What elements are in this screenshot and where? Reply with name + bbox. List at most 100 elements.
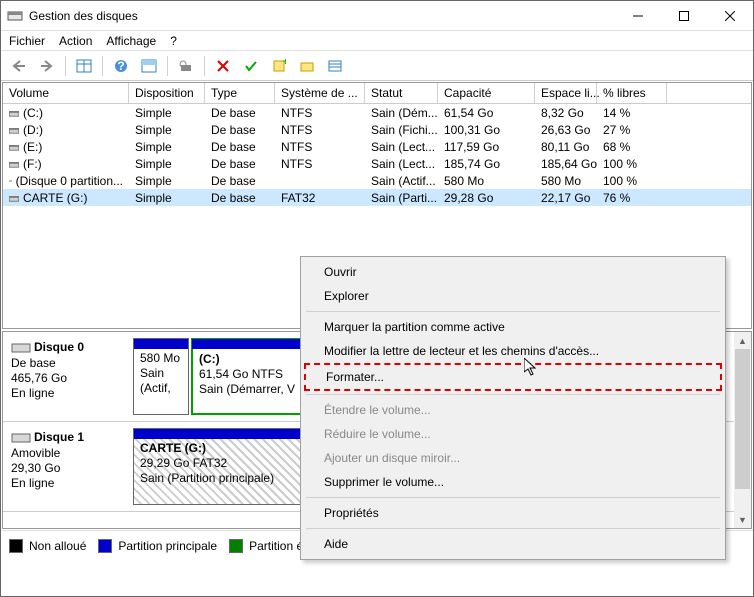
col-filesystem[interactable]: Système de ... bbox=[275, 83, 365, 103]
context-menu-item[interactable]: Supprimer le volume... bbox=[304, 470, 722, 494]
cell-volume: (D:) bbox=[3, 123, 129, 137]
cell-type: De base bbox=[205, 174, 275, 188]
cell-filesystem: NTFS bbox=[275, 157, 365, 171]
close-button[interactable] bbox=[707, 1, 753, 31]
context-menu-item: Réduire le volume... bbox=[304, 422, 722, 446]
cell-type: De base bbox=[205, 140, 275, 154]
maximize-button[interactable] bbox=[661, 1, 707, 31]
layout-icon[interactable] bbox=[137, 54, 161, 78]
col-spacer bbox=[667, 83, 751, 103]
col-status[interactable]: Statut bbox=[365, 83, 438, 103]
scroll-thumb[interactable] bbox=[735, 349, 750, 489]
cell-filesystem: NTFS bbox=[275, 106, 365, 120]
new-icon[interactable]: + bbox=[267, 54, 291, 78]
cell-disposition: Simple bbox=[129, 123, 205, 137]
cell-capacity: 100,31 Go bbox=[438, 123, 535, 137]
cell-pct: 100 % bbox=[597, 157, 667, 171]
cell-status: Sain (Dém... bbox=[365, 106, 438, 120]
cell-volume: (Disque 0 partition... bbox=[3, 174, 129, 188]
col-capacity[interactable]: Capacité bbox=[438, 83, 535, 103]
col-disposition[interactable]: Disposition bbox=[129, 83, 205, 103]
list-icon[interactable] bbox=[323, 54, 347, 78]
back-button[interactable] bbox=[7, 54, 31, 78]
table-row[interactable]: (D:)SimpleDe baseNTFSSain (Fichi...100,3… bbox=[3, 121, 751, 138]
cell-type: De base bbox=[205, 157, 275, 171]
cell-filesystem: NTFS bbox=[275, 140, 365, 154]
cell-status: Sain (Parti... bbox=[365, 191, 438, 205]
cell-pct: 68 % bbox=[597, 140, 667, 154]
forward-button[interactable] bbox=[35, 54, 59, 78]
vertical-scrollbar[interactable]: ▲ ▼ bbox=[734, 332, 751, 528]
context-menu-item[interactable]: Propriétés bbox=[304, 501, 722, 525]
context-menu-item[interactable]: Formater... bbox=[304, 363, 722, 391]
cell-pct: 14 % bbox=[597, 106, 667, 120]
legend-label: Partition principale bbox=[118, 539, 217, 553]
table-row[interactable]: CARTE (G:)SimpleDe baseFAT32Sain (Parti.… bbox=[3, 189, 751, 206]
cell-filesystem: FAT32 bbox=[275, 191, 365, 205]
table-row[interactable]: (Disque 0 partition...SimpleDe base Sain … bbox=[3, 172, 751, 189]
scroll-down-arrow[interactable]: ▼ bbox=[734, 511, 751, 528]
table-row[interactable]: (E:)SimpleDe baseNTFSSain (Lect...117,59… bbox=[3, 138, 751, 155]
context-menu-separator bbox=[306, 394, 720, 395]
partition[interactable]: 580 MoSain (Actif, bbox=[133, 338, 189, 415]
cell-capacity: 185,74 Go bbox=[438, 157, 535, 171]
cell-disposition: Simple bbox=[129, 174, 205, 188]
help-icon[interactable]: ? bbox=[109, 54, 133, 78]
table-row[interactable]: (F:)SimpleDe baseNTFSSain (Lect...185,74… bbox=[3, 155, 751, 172]
context-menu-item[interactable]: Aide bbox=[304, 532, 722, 556]
folder-icon[interactable] bbox=[295, 54, 319, 78]
col-type[interactable]: Type bbox=[205, 83, 275, 103]
cell-free: 580 Mo bbox=[535, 174, 597, 188]
context-menu-item[interactable]: Explorer bbox=[304, 284, 722, 308]
cell-capacity: 117,59 Go bbox=[438, 140, 535, 154]
menu-file[interactable]: Fichier bbox=[9, 34, 45, 48]
table-header: Volume Disposition Type Système de ... S… bbox=[3, 83, 751, 104]
cell-free: 185,64 Go bbox=[535, 157, 597, 171]
cell-free: 26,63 Go bbox=[535, 123, 597, 137]
col-volume[interactable]: Volume bbox=[3, 83, 129, 103]
cell-status: Sain (Lect... bbox=[365, 140, 438, 154]
toolbar: ? + bbox=[1, 51, 753, 81]
settings-icon[interactable] bbox=[174, 54, 198, 78]
cell-disposition: Simple bbox=[129, 140, 205, 154]
menu-view[interactable]: Affichage bbox=[106, 34, 156, 48]
context-menu-item: Étendre le volume... bbox=[304, 398, 722, 422]
cell-type: De base bbox=[205, 106, 275, 120]
context-menu-item[interactable]: Marquer la partition comme active bbox=[304, 315, 722, 339]
context-menu-item[interactable]: Modifier la lettre de lecteur et les che… bbox=[304, 339, 722, 363]
scroll-up-arrow[interactable]: ▲ bbox=[734, 332, 751, 349]
cell-status: Sain (Fichi... bbox=[365, 123, 438, 137]
view-table-icon[interactable] bbox=[72, 54, 96, 78]
disk-info: Disque 1Amovible29,30 GoEn ligne bbox=[3, 428, 133, 505]
cell-type: De base bbox=[205, 191, 275, 205]
context-menu-item: Ajouter un disque miroir... bbox=[304, 446, 722, 470]
cell-status: Sain (Actif... bbox=[365, 174, 438, 188]
cell-volume: CARTE (G:) bbox=[3, 191, 129, 205]
cell-volume: (C:) bbox=[3, 106, 129, 120]
delete-icon[interactable] bbox=[211, 54, 235, 78]
minimize-button[interactable] bbox=[615, 1, 661, 31]
cell-capacity: 61,54 Go bbox=[438, 106, 535, 120]
legend-swatch bbox=[9, 539, 23, 553]
cell-type: De base bbox=[205, 123, 275, 137]
partition[interactable]: (C:)61,54 Go NTFSSain (Démarrer, V bbox=[191, 338, 306, 415]
window-title: Gestion des disques bbox=[29, 9, 615, 23]
col-free-space[interactable]: Espace li... bbox=[535, 83, 597, 103]
svg-text:+: + bbox=[282, 59, 286, 68]
table-row[interactable]: (C:)SimpleDe baseNTFSSain (Dém...61,54 G… bbox=[3, 104, 751, 121]
cell-filesystem: NTFS bbox=[275, 123, 365, 137]
context-menu-item[interactable]: Ouvrir bbox=[304, 260, 722, 284]
context-menu-separator bbox=[306, 497, 720, 498]
menu-help[interactable]: ? bbox=[170, 34, 177, 48]
svg-text:?: ? bbox=[117, 59, 124, 73]
col-pct-free[interactable]: % libres bbox=[597, 83, 667, 103]
cell-free: 80,11 Go bbox=[535, 140, 597, 154]
check-icon[interactable] bbox=[239, 54, 263, 78]
disk-info: Disque 0De base465,76 GoEn ligne bbox=[3, 338, 133, 415]
menu-action[interactable]: Action bbox=[59, 34, 92, 48]
legend-label: Non alloué bbox=[29, 539, 86, 553]
app-icon bbox=[7, 8, 23, 24]
legend-swatch bbox=[98, 539, 112, 553]
cell-volume: (F:) bbox=[3, 157, 129, 171]
menubar: Fichier Action Affichage ? bbox=[1, 31, 753, 51]
